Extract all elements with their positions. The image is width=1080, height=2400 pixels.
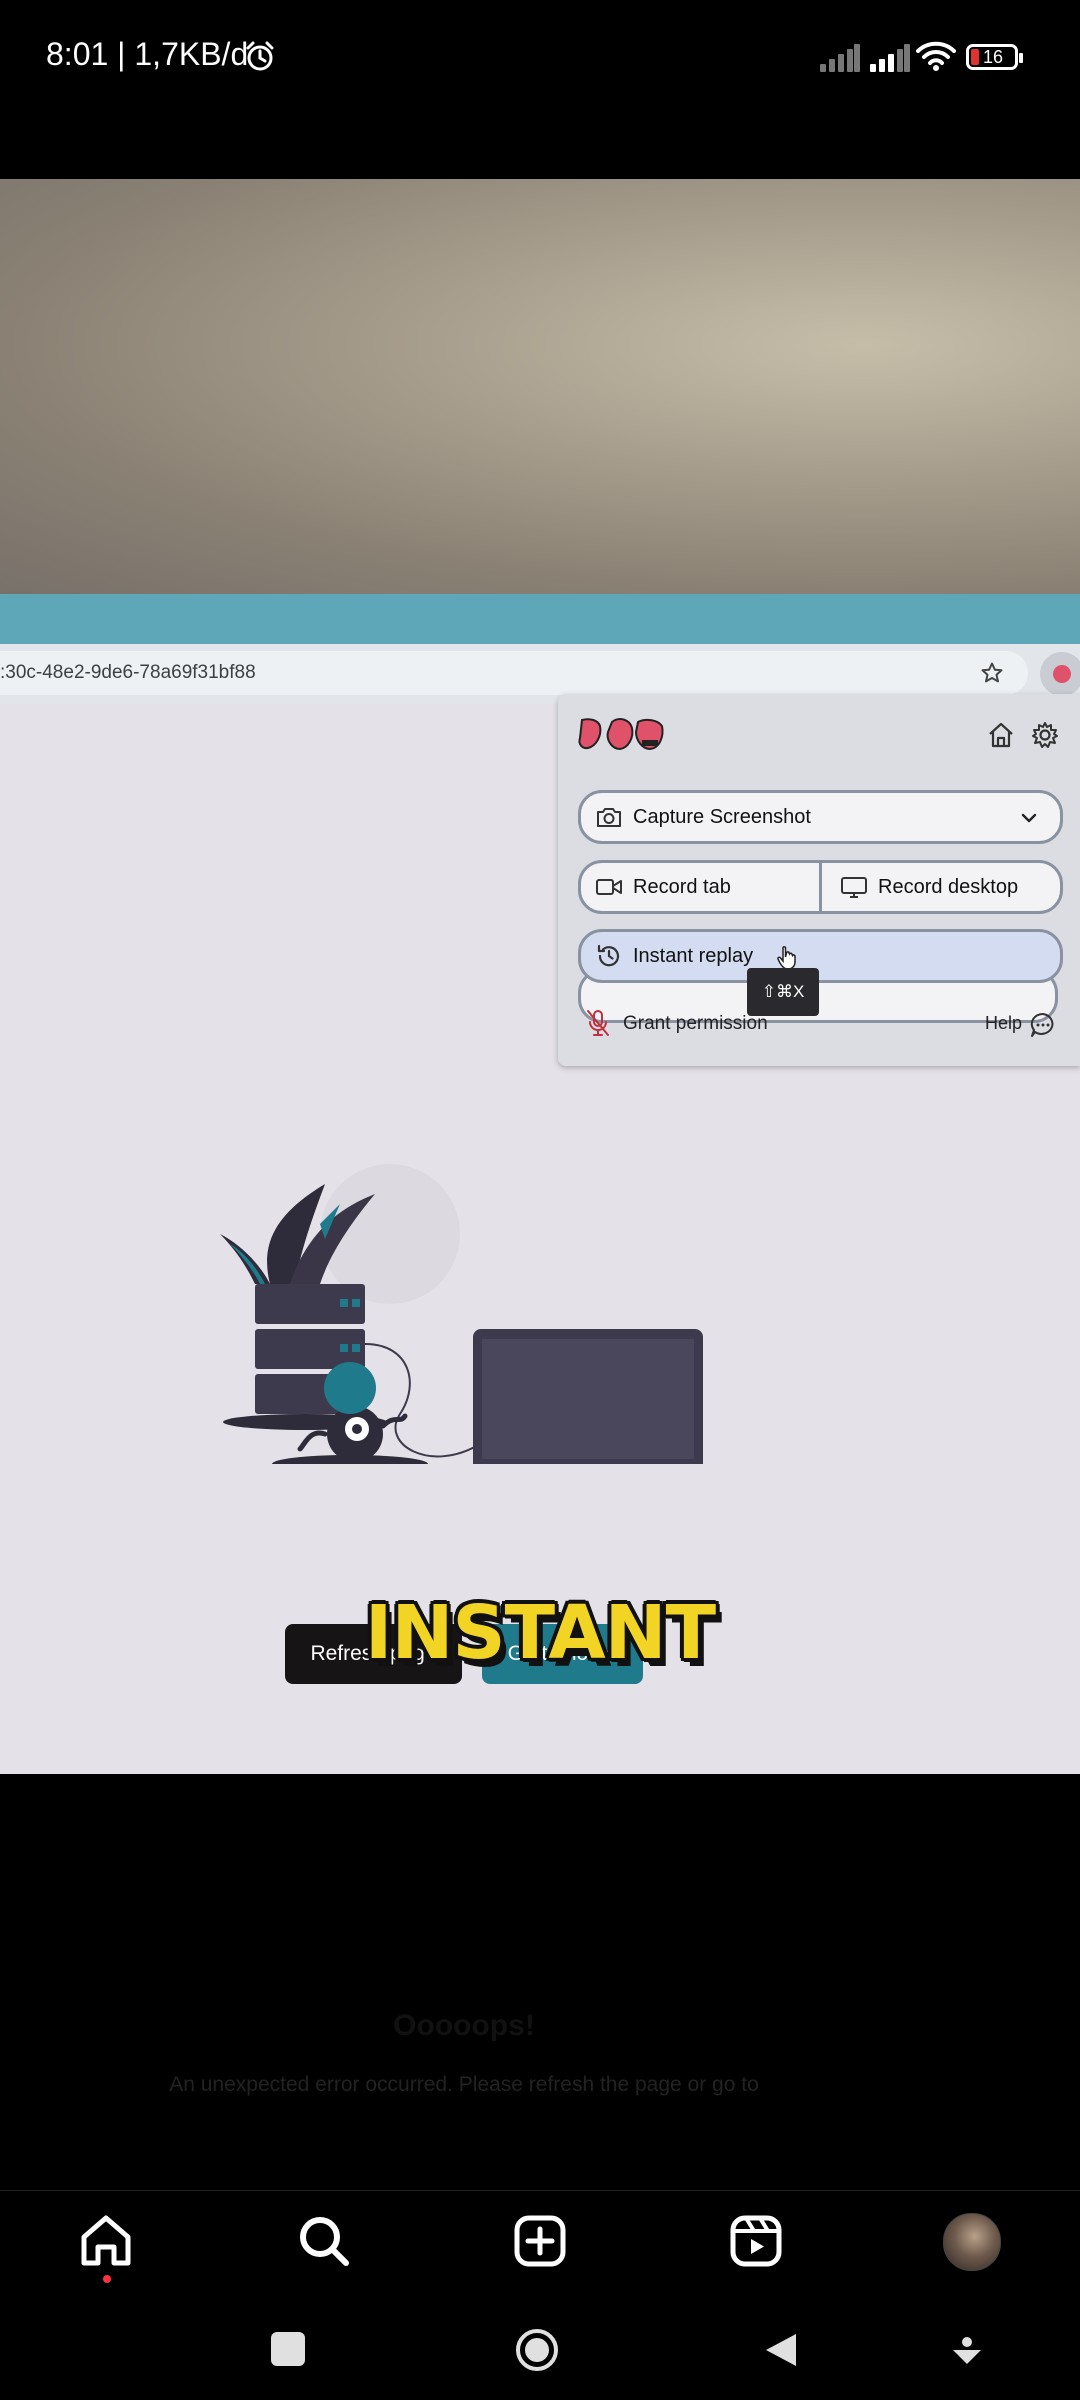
system-navigation bbox=[0, 2300, 1080, 2400]
url-text: :30c-48e2-9de6-78a69f31bf88 bbox=[0, 662, 256, 683]
grant-permission-link[interactable]: Grant permission bbox=[623, 1013, 768, 1035]
alarm-icon bbox=[246, 41, 274, 71]
battery-level: 16 bbox=[983, 47, 1004, 67]
back-icon[interactable] bbox=[762, 2330, 800, 2370]
battery-icon: 16 bbox=[966, 44, 1023, 70]
extension-icon[interactable] bbox=[1040, 652, 1080, 696]
error-message: An unexpected error occurred. Please ref… bbox=[169, 2073, 759, 2096]
monitor-icon bbox=[841, 877, 867, 898]
video-frame[interactable]: :30c-48e2-9de6-78a69f31bf88 Ooooops! An … bbox=[0, 179, 1080, 2100]
chevron-down-icon[interactable] bbox=[1020, 809, 1038, 827]
recents-icon[interactable] bbox=[271, 2332, 305, 2366]
record-tab-label: Record tab bbox=[633, 875, 731, 898]
status-bar: 8:01 | 1,7KB/d 16 bbox=[0, 0, 1080, 120]
error-illustration bbox=[220, 1164, 703, 1464]
down-icon[interactable] bbox=[950, 2336, 984, 2368]
browser-tab-strip bbox=[0, 594, 1080, 644]
history-icon bbox=[597, 944, 620, 967]
network-speed: 1,7KB/d bbox=[134, 36, 249, 72]
capture-screenshot-button[interactable]: Capture Screenshot bbox=[578, 790, 1063, 844]
home-button-icon[interactable] bbox=[514, 2327, 560, 2373]
gear-icon[interactable] bbox=[1030, 720, 1060, 750]
capture-screenshot-label: Capture Screenshot bbox=[633, 805, 811, 828]
chat-icon[interactable] bbox=[1029, 1011, 1057, 1039]
signal-icon bbox=[820, 44, 860, 72]
address-bar[interactable]: :30c-48e2-9de6-78a69f31bf88 bbox=[0, 651, 1028, 695]
help-link[interactable]: Help bbox=[985, 1013, 1022, 1034]
camera-icon bbox=[597, 808, 621, 827]
clock-time: 8:01 bbox=[46, 36, 109, 72]
blurred-background bbox=[0, 179, 1080, 594]
record-desktop-button[interactable]: Record desktop bbox=[819, 860, 1063, 914]
star-icon[interactable] bbox=[980, 661, 1004, 685]
instant-caption: INSTANT bbox=[364, 1590, 716, 1676]
record-desktop-label: Record desktop bbox=[878, 875, 1019, 898]
status-time: 8:01 | 1,7KB/d bbox=[46, 36, 249, 72]
wifi-icon bbox=[916, 41, 956, 71]
bottom-navigation bbox=[0, 2190, 1080, 2301]
reels-icon[interactable] bbox=[728, 2213, 784, 2269]
notification-dot bbox=[103, 2275, 111, 2283]
profile-avatar[interactable] bbox=[943, 2213, 1001, 2271]
home-icon[interactable] bbox=[78, 2213, 134, 2269]
instant-replay-label: Instant replay bbox=[633, 944, 754, 967]
instant-replay-button[interactable]: Instant replay bbox=[578, 929, 1063, 983]
signal-icon bbox=[870, 44, 910, 72]
logo-icon bbox=[578, 718, 664, 751]
record-tab-button[interactable]: Record tab bbox=[578, 860, 822, 914]
mic-off-icon bbox=[587, 1010, 609, 1036]
shortcut-tooltip: ⇧⌘X bbox=[747, 968, 819, 1016]
search-icon[interactable] bbox=[296, 2213, 352, 2269]
error-title: Ooooops! bbox=[393, 2009, 535, 2042]
video-icon bbox=[596, 879, 622, 895]
create-icon[interactable] bbox=[512, 2213, 568, 2269]
home-icon[interactable] bbox=[986, 720, 1016, 750]
